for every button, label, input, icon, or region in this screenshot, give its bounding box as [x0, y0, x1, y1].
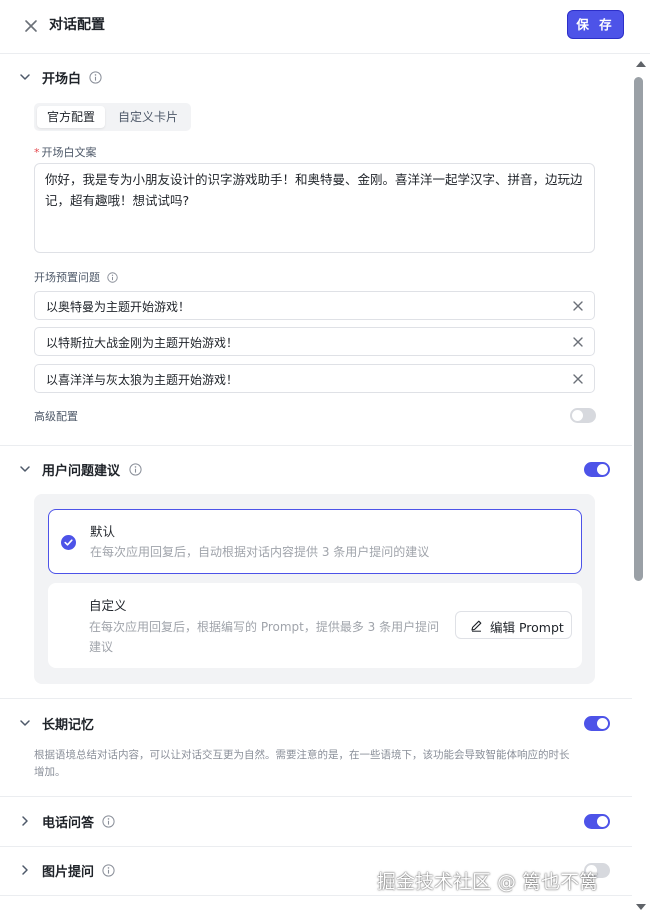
- section-phone-header[interactable]: 电话问答: [0, 807, 632, 837]
- suggestion-options: 默认 在每次应用回复后，自动根据对话内容提供 3 条用户提问的建议 自定义 在每…: [34, 494, 595, 684]
- info-icon[interactable]: [106, 272, 118, 283]
- phone-toggle[interactable]: [584, 814, 610, 829]
- chevron-down-icon[interactable]: [19, 717, 31, 729]
- close-icon[interactable]: [22, 17, 40, 35]
- info-icon[interactable]: [89, 71, 102, 84]
- info-icon[interactable]: [102, 815, 115, 828]
- preset-question-input[interactable]: 以喜洋洋与灰太狼为主题开始游戏！: [34, 364, 595, 393]
- opening-text-input[interactable]: 你好，我是专为小朋友设计的识字游戏助手！和奥特曼、金刚。喜洋洋一起学汉字、拼音，…: [34, 163, 595, 253]
- divider: [0, 895, 632, 896]
- divider: [0, 698, 632, 699]
- dialog-header: 对话配置 保 存: [0, 0, 650, 54]
- scrollbar[interactable]: [632, 55, 650, 915]
- opening-text-label: * 开场白文案: [34, 146, 97, 159]
- chevron-right-icon[interactable]: [19, 815, 31, 827]
- section-title: 电话问答: [42, 816, 95, 831]
- section-opening-header[interactable]: 开场白: [0, 63, 632, 93]
- page-title: 对话配置: [49, 17, 105, 33]
- config-panel: 开场白 官方配置 自定义卡片 * 开场白文案 你好，我是专为小朋友设计的识字游戏助…: [0, 55, 632, 915]
- preset-questions-label: 开场预置问题: [34, 269, 118, 285]
- section-title: 开场白: [42, 72, 82, 87]
- clear-icon[interactable]: [572, 300, 584, 312]
- edit-prompt-button[interactable]: 编辑 Prompt: [455, 611, 572, 639]
- tab-custom-card[interactable]: 自定义卡片: [108, 106, 188, 128]
- divider: [0, 796, 632, 797]
- divider: [0, 445, 632, 446]
- advanced-config-toggle[interactable]: [570, 408, 596, 423]
- chevron-down-icon[interactable]: [19, 463, 31, 475]
- option-custom[interactable]: 自定义 在每次应用回复后，根据编写的 Prompt，提供最多 3 条用户提问 建…: [48, 583, 582, 668]
- check-icon: [61, 535, 76, 550]
- clear-icon[interactable]: [572, 373, 584, 385]
- scroll-down-arrow-icon[interactable]: [636, 904, 646, 910]
- option-default[interactable]: 默认 在每次应用回复后，自动根据对话内容提供 3 条用户提问的建议: [48, 509, 582, 574]
- watermark: 掘金技术社区 @ 篱也不篱: [377, 871, 599, 893]
- info-icon[interactable]: [102, 864, 115, 877]
- section-title: 用户问题建议: [42, 464, 121, 479]
- divider: [0, 846, 632, 847]
- preset-question-input[interactable]: 以奥特曼为主题开始游戏！: [34, 291, 595, 320]
- section-suggestions-header[interactable]: 用户问题建议: [0, 455, 632, 485]
- info-icon[interactable]: [129, 463, 142, 476]
- clear-icon[interactable]: [572, 336, 584, 348]
- suggestions-toggle[interactable]: [584, 462, 610, 477]
- chevron-down-icon[interactable]: [19, 71, 31, 83]
- memory-description: 根据语境总结对话内容，可以让对话交互更为自然。需要注意的是，在一些语境下，该功能…: [34, 749, 570, 778]
- chevron-right-icon[interactable]: [19, 864, 31, 876]
- scroll-up-arrow-icon[interactable]: [636, 61, 646, 67]
- save-button[interactable]: 保 存: [567, 10, 624, 39]
- advanced-config-label: 高级配置: [34, 410, 78, 423]
- section-title: 长期记忆: [42, 718, 95, 733]
- memory-toggle[interactable]: [584, 716, 610, 731]
- section-memory-header[interactable]: 长期记忆: [0, 709, 632, 739]
- tab-official[interactable]: 官方配置: [37, 106, 105, 128]
- edit-icon: [471, 620, 482, 632]
- opening-mode-tabs: 官方配置 自定义卡片: [34, 103, 191, 131]
- scrollbar-thumb[interactable]: [634, 77, 643, 581]
- section-title: 图片提问: [42, 865, 95, 880]
- preset-question-input[interactable]: 以特斯拉大战金刚为主题开始游戏！: [34, 327, 595, 356]
